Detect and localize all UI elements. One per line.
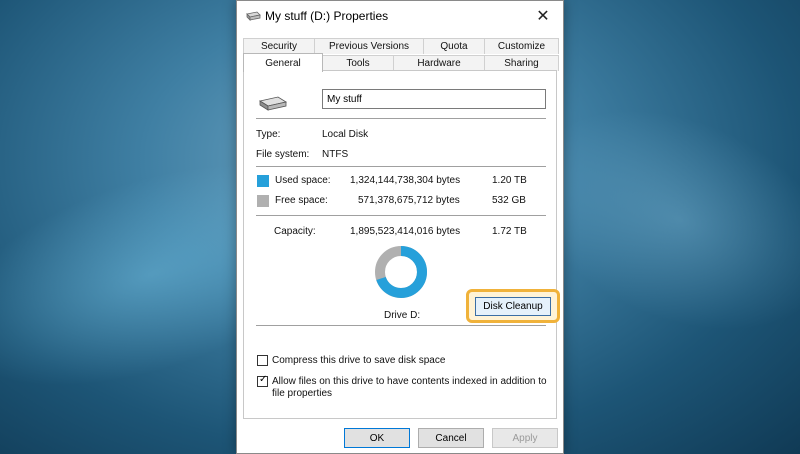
- drive-icon: [246, 11, 261, 21]
- file-system-value: NTFS: [322, 149, 349, 160]
- tab-customize[interactable]: Customize: [484, 38, 559, 54]
- usage-donut: [375, 246, 427, 298]
- checkmark-icon: ✓: [259, 374, 268, 385]
- free-space-bytes: 571,378,675,712 bytes: [358, 195, 460, 206]
- tab-quota[interactable]: Quota: [423, 38, 485, 54]
- tab-sharing[interactable]: Sharing: [484, 55, 559, 71]
- used-space-swatch: [257, 175, 269, 187]
- tab-row-top: Security Previous Versions Quota Customi…: [243, 38, 559, 54]
- capacity-size: 1.72 TB: [492, 226, 527, 237]
- used-space-label: Used space:: [275, 175, 331, 186]
- type-label: Type:: [256, 129, 281, 140]
- disk-cleanup-button[interactable]: Disk Cleanup: [475, 297, 551, 316]
- index-label-line2: file properties: [272, 388, 333, 399]
- used-space-bytes: 1,324,144,738,304 bytes: [350, 175, 461, 186]
- type-value: Local Disk: [322, 129, 369, 140]
- free-space-label: Free space:: [275, 195, 328, 206]
- used-space-size: 1.20 TB: [492, 175, 527, 186]
- compress-checkbox[interactable]: [257, 355, 268, 366]
- index-label-line1: Allow files on this drive to have conten…: [272, 376, 547, 387]
- capacity-label: Capacity:: [274, 226, 316, 237]
- tab-security[interactable]: Security: [243, 38, 315, 54]
- apply-button[interactable]: Apply: [492, 428, 558, 448]
- cancel-button[interactable]: Cancel: [418, 428, 484, 448]
- tab-previous-versions[interactable]: Previous Versions: [314, 38, 424, 54]
- tab-row-bottom: General Tools Hardware Sharing: [243, 53, 559, 72]
- disk-cleanup-label: Disk Cleanup: [483, 301, 543, 312]
- drive-label: Drive D:: [384, 310, 421, 321]
- window-title: My stuff (D:) Properties: [265, 9, 389, 23]
- drive-large-icon: [258, 96, 288, 111]
- close-button[interactable]: ✕: [523, 1, 563, 31]
- close-icon: ✕: [536, 8, 550, 25]
- tab-general[interactable]: General: [243, 53, 323, 72]
- general-panel: Type: Local Disk File system: NTFS Used …: [243, 70, 560, 419]
- drive-name-input[interactable]: [322, 89, 546, 109]
- file-system-label: File system:: [256, 149, 310, 160]
- ok-button[interactable]: OK: [344, 428, 410, 448]
- compress-label: Compress this drive to save disk space: [272, 355, 446, 366]
- tab-tools[interactable]: Tools: [322, 55, 394, 71]
- capacity-bytes: 1,895,523,414,016 bytes: [350, 226, 461, 237]
- free-space-size: 532 GB: [492, 195, 526, 206]
- free-space-swatch: [257, 195, 269, 207]
- title-bar[interactable]: My stuff (D:) Properties ✕: [237, 1, 563, 31]
- divider: [256, 215, 546, 216]
- properties-dialog: My stuff (D:) Properties ✕ Security Prev…: [236, 0, 564, 454]
- divider: [256, 325, 546, 326]
- tab-hardware[interactable]: Hardware: [393, 55, 485, 71]
- divider: [256, 166, 546, 167]
- index-checkbox[interactable]: ✓: [257, 374, 268, 387]
- divider: [256, 118, 546, 119]
